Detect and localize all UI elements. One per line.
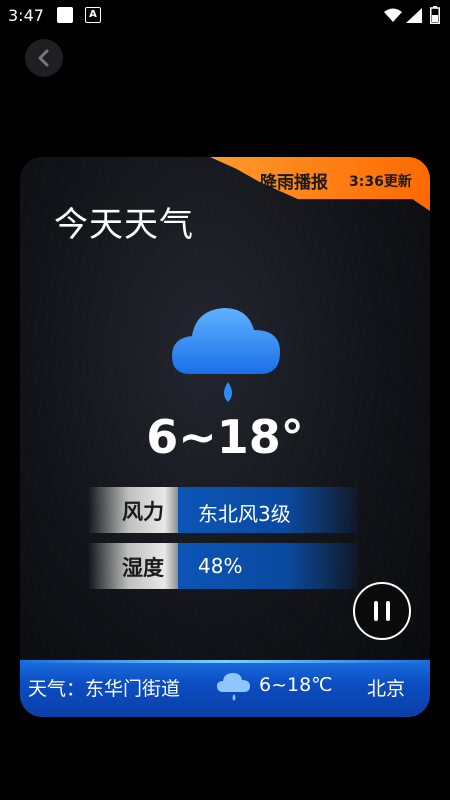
wifi-icon: [384, 8, 402, 22]
ribbon-title: 降雨播报: [260, 173, 328, 193]
humidity-label-box: 湿度: [88, 543, 178, 589]
ticker-weather-location: 天气：东华门街道: [28, 678, 181, 700]
humidity-value: 48%: [198, 554, 243, 578]
back-button[interactable]: [25, 39, 63, 77]
wind-label: 风力: [122, 500, 164, 524]
ticker-rain-cloud-icon: [217, 673, 250, 701]
humidity-value-box: 48%: [178, 543, 358, 589]
notification-square-icon: [57, 7, 73, 23]
status-time: 3:47: [8, 6, 44, 25]
wind-value-box: 东北风3级: [178, 487, 358, 533]
battery-icon: [430, 6, 440, 24]
today-weather-title: 今天天气: [54, 205, 194, 245]
notification-a-icon: A: [85, 7, 101, 23]
wind-value: 东北风3级: [198, 502, 291, 526]
wind-label-box: 风力: [88, 487, 178, 533]
temperature-range: 6~18°: [146, 410, 304, 464]
rain-cloud-icon: [172, 308, 280, 402]
humidity-label: 湿度: [122, 556, 164, 580]
ribbon-update-time: 3:36更新: [349, 174, 412, 190]
pause-button[interactable]: [353, 582, 411, 640]
ticker-temperature: 6~18℃: [259, 674, 333, 696]
status-bar: 3:47 A: [0, 0, 450, 32]
pause-icon-bar: [386, 601, 390, 621]
humidity-row: 湿度 48%: [88, 543, 358, 589]
ticker-city: 北京: [367, 678, 406, 700]
signal-icon: [406, 8, 422, 23]
chevron-left-icon: [38, 49, 49, 67]
wind-row: 风力 东北风3级: [88, 487, 358, 533]
pause-icon: [374, 601, 378, 621]
